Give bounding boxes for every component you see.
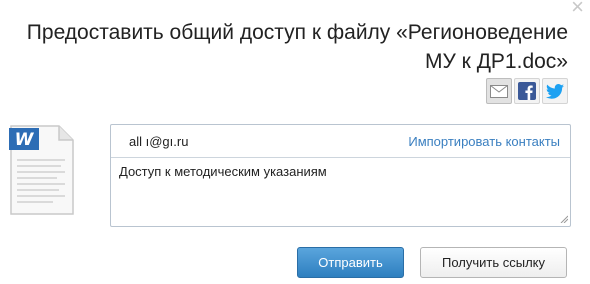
get-link-button[interactable]: Получить ссылку — [420, 247, 567, 278]
dialog-title-line-1: Предоставить общий доступ к файлу «Регио… — [26, 21, 568, 44]
share-buttons — [486, 78, 568, 104]
word-document-icon: W — [9, 125, 74, 215]
facebook-share-button[interactable] — [514, 78, 540, 104]
svg-text:W: W — [15, 130, 35, 150]
resize-handle-icon[interactable] — [560, 215, 568, 223]
mail-share-button[interactable] — [486, 78, 512, 104]
close-icon[interactable]: × — [571, 0, 584, 18]
import-contacts-link[interactable]: Импортировать контакты — [408, 134, 560, 149]
facebook-icon — [518, 82, 536, 100]
twitter-icon — [546, 83, 564, 99]
recipient-email[interactable]: all ı@gı.ru — [129, 134, 408, 149]
share-form: all ı@gı.ru Импортировать контакты Досту… — [110, 124, 571, 227]
mail-icon — [490, 84, 508, 98]
message-text: Доступ к методическим указаниям — [119, 164, 327, 179]
dialog-title: Предоставить общий доступ к файлу «Регио… — [8, 18, 568, 76]
send-button[interactable]: Отправить — [297, 247, 404, 278]
recipients-field[interactable]: all ı@gı.ru Импортировать контакты — [111, 125, 570, 158]
twitter-share-button[interactable] — [542, 78, 568, 104]
dialog-title-line-2: МУ к ДР1.doc» — [425, 50, 568, 73]
message-textarea[interactable]: Доступ к методическим указаниям — [111, 158, 570, 225]
